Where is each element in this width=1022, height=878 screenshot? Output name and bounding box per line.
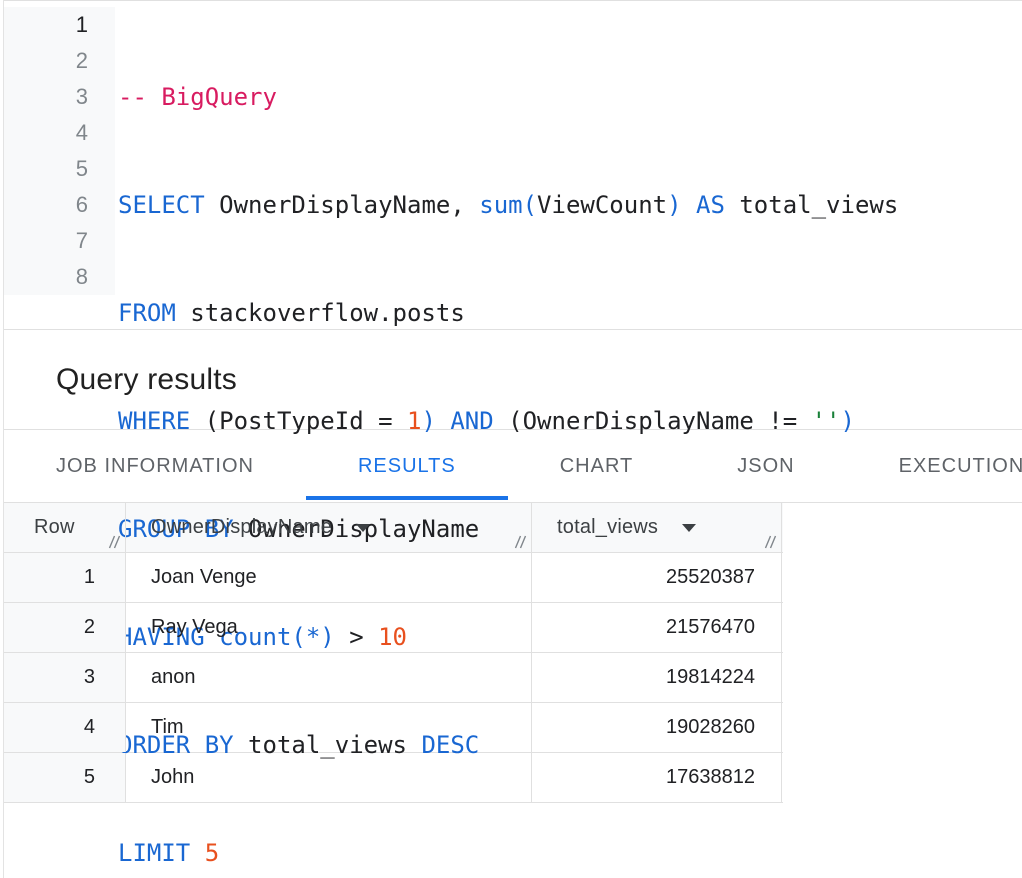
row-index-cell: 2 (4, 603, 126, 652)
line-number: 5 (4, 151, 88, 187)
column-resize-icon[interactable] (512, 534, 528, 549)
row-index-cell: 3 (4, 653, 126, 702)
total-views-cell: 25520387 (532, 553, 782, 602)
total-views-cell: 21576470 (532, 603, 782, 652)
tab-label: CHART (560, 455, 634, 478)
column-label: OwnerDisplayName (151, 516, 332, 539)
total-views-cell: 19028260 (532, 703, 782, 752)
code-line: -- BigQuery (118, 79, 898, 115)
sort-dropdown-icon[interactable] (682, 524, 696, 532)
active-tab-indicator (306, 496, 508, 500)
tab-chart[interactable]: CHART (508, 430, 686, 502)
owner-cell: Ray Vega (126, 603, 532, 652)
line-number: 7 (4, 223, 88, 259)
line-number: 2 (4, 43, 88, 79)
tab-json[interactable]: JSON (685, 430, 846, 502)
tab-results[interactable]: RESULTS (306, 430, 508, 502)
owner-cell: Tim (126, 703, 532, 752)
column-header-total-views[interactable]: total_views (532, 503, 782, 552)
tab-execution-details[interactable]: EXECUTION DETAILS (847, 430, 1022, 502)
tab-job-information[interactable]: JOB INFORMATION (4, 430, 306, 502)
table-row: 4 Tim 19028260 (4, 703, 783, 753)
column-resize-icon[interactable] (106, 534, 122, 549)
code-line: SELECT OwnerDisplayName, sum(ViewCount) … (118, 187, 898, 223)
row-index-cell: 5 (4, 753, 126, 802)
total-views-cell: 19814224 (532, 653, 782, 702)
row-index-cell: 4 (4, 703, 126, 752)
table-row: 2 Ray Vega 21576470 (4, 603, 783, 653)
line-number: 3 (4, 79, 88, 115)
sql-editor[interactable]: 1 2 3 4 5 6 7 8 -- BigQuery SELECT Owner… (4, 0, 1022, 330)
column-resize-icon[interactable] (762, 534, 778, 549)
owner-cell: anon (126, 653, 532, 702)
line-number: 6 (4, 187, 88, 223)
code-line: LIMIT 5 (118, 835, 898, 871)
owner-cell: John (126, 753, 532, 802)
line-number: 8 (4, 259, 88, 295)
column-header-ownerdisplayname[interactable]: OwnerDisplayName (126, 503, 532, 552)
page-title: Query results (56, 363, 237, 397)
table-row: 5 John 17638812 (4, 753, 783, 803)
table-row: 1 Joan Venge 25520387 (4, 553, 783, 603)
line-number-gutter: 1 2 3 4 5 6 7 8 (4, 7, 115, 295)
column-header-row: Row (4, 503, 126, 552)
owner-cell: Joan Venge (126, 553, 532, 602)
column-label: Row (34, 516, 75, 539)
tab-label: RESULTS (358, 455, 456, 478)
tab-label: JOB INFORMATION (56, 455, 254, 478)
row-index-cell: 1 (4, 553, 126, 602)
line-number: 4 (4, 115, 88, 151)
line-number: 1 (4, 7, 88, 43)
tab-label: EXECUTION DETAILS (899, 455, 1022, 478)
total-views-cell: 17638812 (532, 753, 782, 802)
tab-label: JSON (737, 455, 794, 478)
results-tabbar: JOB INFORMATION RESULTS CHART JSON EXECU… (4, 430, 1022, 503)
table-row: 3 anon 19814224 (4, 653, 783, 703)
sort-dropdown-icon[interactable] (356, 524, 370, 532)
bigquery-query-panel: 1 2 3 4 5 6 7 8 -- BigQuery SELECT Owner… (3, 0, 1022, 878)
code-line: FROM stackoverflow.posts (118, 295, 898, 331)
table-header-row: Row OwnerDisplayName total_views (4, 503, 783, 553)
results-table: Row OwnerDisplayName total_views (4, 503, 783, 803)
column-label: total_views (557, 516, 658, 539)
